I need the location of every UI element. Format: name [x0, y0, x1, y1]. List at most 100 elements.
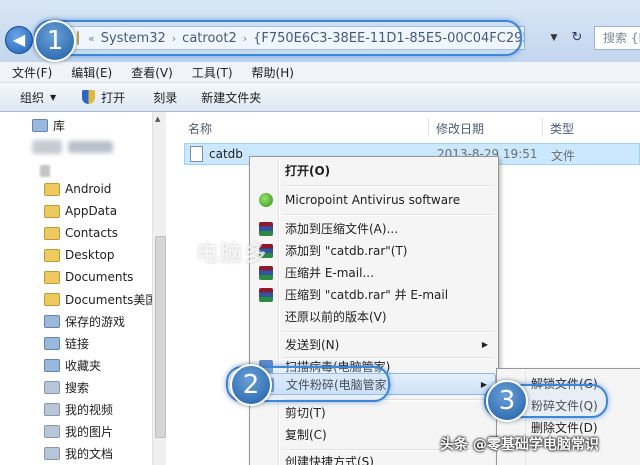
nav-label: 收藏夹	[65, 358, 102, 373]
nav-item-contacts[interactable]: Contacts	[44, 223, 118, 243]
menu-item-label: 添加到 "catdb.rar"(T)	[285, 244, 408, 258]
menu-separator	[283, 331, 493, 333]
nav-item-my-videos[interactable]: 我的视频	[44, 399, 113, 419]
menu-item-add-to-catdb-rar[interactable]: 添加到 "catdb.rar"(T)	[252, 240, 496, 262]
scroll-thumb[interactable]	[155, 236, 166, 438]
search-folder-icon	[44, 380, 60, 394]
nav-item-library[interactable]: 库	[32, 115, 65, 135]
menu-item-label: 压缩到 "catdb.rar" 并 E-mail	[285, 288, 449, 302]
documents-icon	[44, 446, 60, 460]
redacted-icon	[40, 165, 50, 177]
nav-item-my-pictures[interactable]: 我的图片	[44, 421, 113, 441]
step-badge-2: 2	[230, 364, 272, 406]
command-bar: 组织 ▼ 打开 刻录 新建文件夹	[0, 83, 640, 112]
menu-help[interactable]: 帮助(H)	[240, 64, 301, 81]
menu-item-send-to[interactable]: 发送到(N) ▶	[252, 334, 496, 356]
saved-games-icon	[44, 314, 60, 328]
folder-icon	[44, 292, 60, 306]
winrar-icon	[259, 222, 273, 236]
column-header-type[interactable]: 类型	[550, 120, 574, 137]
nav-item-android[interactable]: Android	[44, 179, 111, 199]
nav-item-user[interactable]	[32, 137, 113, 157]
winrar-icon	[259, 266, 273, 280]
context-menu: 打开(O) Micropoint Antivirus software 添加到压…	[249, 156, 499, 465]
menu-item-label: 压缩并 E-mail...	[285, 266, 374, 280]
explorer-window: ◀ ▶ « System32 › catroot2 › {F750E6C3-38…	[0, 0, 640, 465]
winrar-icon	[259, 288, 273, 302]
menu-edit[interactable]: 编辑(E)	[59, 64, 119, 81]
user-icon	[32, 140, 62, 154]
shield-icon	[82, 90, 96, 104]
folder-icon	[44, 226, 60, 240]
nav-item-appdata[interactable]: AppData	[44, 201, 117, 221]
search-input[interactable]: 搜索 {F7	[594, 26, 640, 50]
address-dropdown-icon[interactable]: ▼	[548, 30, 560, 46]
step-badge-1: 1	[34, 20, 76, 62]
nav-label: 保存的游戏	[65, 314, 126, 329]
new-folder-label: 新建文件夹	[201, 90, 262, 105]
menu-item-label: 发送到(N)	[285, 338, 340, 352]
nav-item-desktop[interactable]: Desktop	[44, 245, 115, 265]
nav-label: 搜索	[65, 380, 90, 395]
refresh-icon[interactable]: ↻	[566, 28, 588, 48]
column-divider[interactable]	[428, 118, 429, 136]
organize-button[interactable]: 组织 ▼	[20, 89, 56, 106]
file-name: catdb	[209, 147, 243, 161]
back-arrow-icon[interactable]: ◀	[5, 26, 33, 54]
nav-label: 我的视频	[65, 402, 114, 417]
nav-label: 我的文档	[65, 446, 114, 461]
redacted-username	[68, 141, 113, 153]
menu-tools[interactable]: 工具(T)	[180, 64, 240, 81]
videos-icon	[44, 402, 60, 416]
column-header-date[interactable]: 修改日期	[436, 120, 484, 137]
nav-item-documents-us[interactable]: Documents美国团	[44, 289, 169, 309]
menu-item-cut[interactable]: 剪切(T)	[252, 402, 496, 424]
nav-label: Contacts	[65, 226, 118, 240]
nav-label: 库	[53, 118, 66, 133]
navigation-pane: 库 Android AppData Contacts Desktop Docum…	[0, 112, 169, 465]
nav-label: Documents	[65, 270, 134, 284]
nav-item-documents[interactable]: Documents	[44, 267, 133, 287]
nav-label: 我的图片	[65, 424, 114, 439]
menu-file[interactable]: 文件(F)	[0, 64, 59, 81]
highlight-address-bar	[34, 20, 522, 56]
menu-item-label: 复制(C)	[285, 428, 327, 442]
organize-label: 组织	[20, 90, 45, 105]
menu-separator	[283, 185, 493, 187]
menu-item-compress-catdb-email[interactable]: 压缩到 "catdb.rar" 并 E-mail	[252, 284, 496, 306]
column-divider[interactable]	[542, 118, 543, 136]
nav-scrollbar[interactable]: ▲	[152, 112, 166, 465]
menu-item-add-to-archive[interactable]: 添加到压缩文件(A)...	[252, 218, 496, 240]
menu-item-label: 剪切(T)	[285, 406, 326, 420]
nav-item-favorites[interactable]: 收藏夹	[44, 355, 101, 375]
nav-item-searches[interactable]: 搜索	[44, 377, 89, 397]
menu-bar: 文件(F) 编辑(E) 查看(V) 工具(T) 帮助(H)	[0, 62, 640, 83]
file-icon	[190, 146, 203, 162]
open-button[interactable]: 打开	[82, 89, 125, 106]
credit-label: 头条 @零基础学电脑常识	[440, 437, 599, 453]
links-icon	[44, 336, 60, 350]
menu-item-compress-email[interactable]: 压缩并 E-mail...	[252, 262, 496, 284]
menu-item-label: Micropoint Antivirus software	[285, 193, 461, 207]
scroll-up-icon[interactable]: ▲	[155, 115, 160, 123]
menu-item-label: 添加到压缩文件(A)...	[285, 222, 399, 236]
nav-item-links[interactable]: 链接	[44, 333, 89, 353]
burn-label: 刻录	[153, 90, 178, 105]
nav-item-my-documents[interactable]: 我的文档	[44, 443, 113, 463]
column-header-name[interactable]: 名称	[188, 120, 212, 137]
menu-item-open[interactable]: 打开(O)	[252, 160, 496, 182]
chevron-down-icon: ▼	[50, 92, 57, 102]
new-folder-button[interactable]: 新建文件夹	[201, 89, 261, 106]
menu-view[interactable]: 查看(V)	[119, 64, 180, 81]
open-label: 打开	[101, 90, 126, 105]
library-icon	[32, 118, 48, 132]
nav-label: Desktop	[65, 248, 115, 262]
menu-item-label: 还原以前的版本(V)	[285, 310, 387, 324]
nav-label: AppData	[65, 204, 118, 218]
burn-button[interactable]: 刻录	[153, 89, 177, 106]
file-type: 文件	[551, 149, 576, 163]
nav-item-saved-games[interactable]: 保存的游戏	[44, 311, 125, 331]
menu-item-antivirus[interactable]: Micropoint Antivirus software	[252, 189, 496, 211]
menu-item-restore-previous[interactable]: 还原以前的版本(V)	[252, 306, 496, 328]
nav-item-redacted[interactable]	[40, 161, 50, 181]
